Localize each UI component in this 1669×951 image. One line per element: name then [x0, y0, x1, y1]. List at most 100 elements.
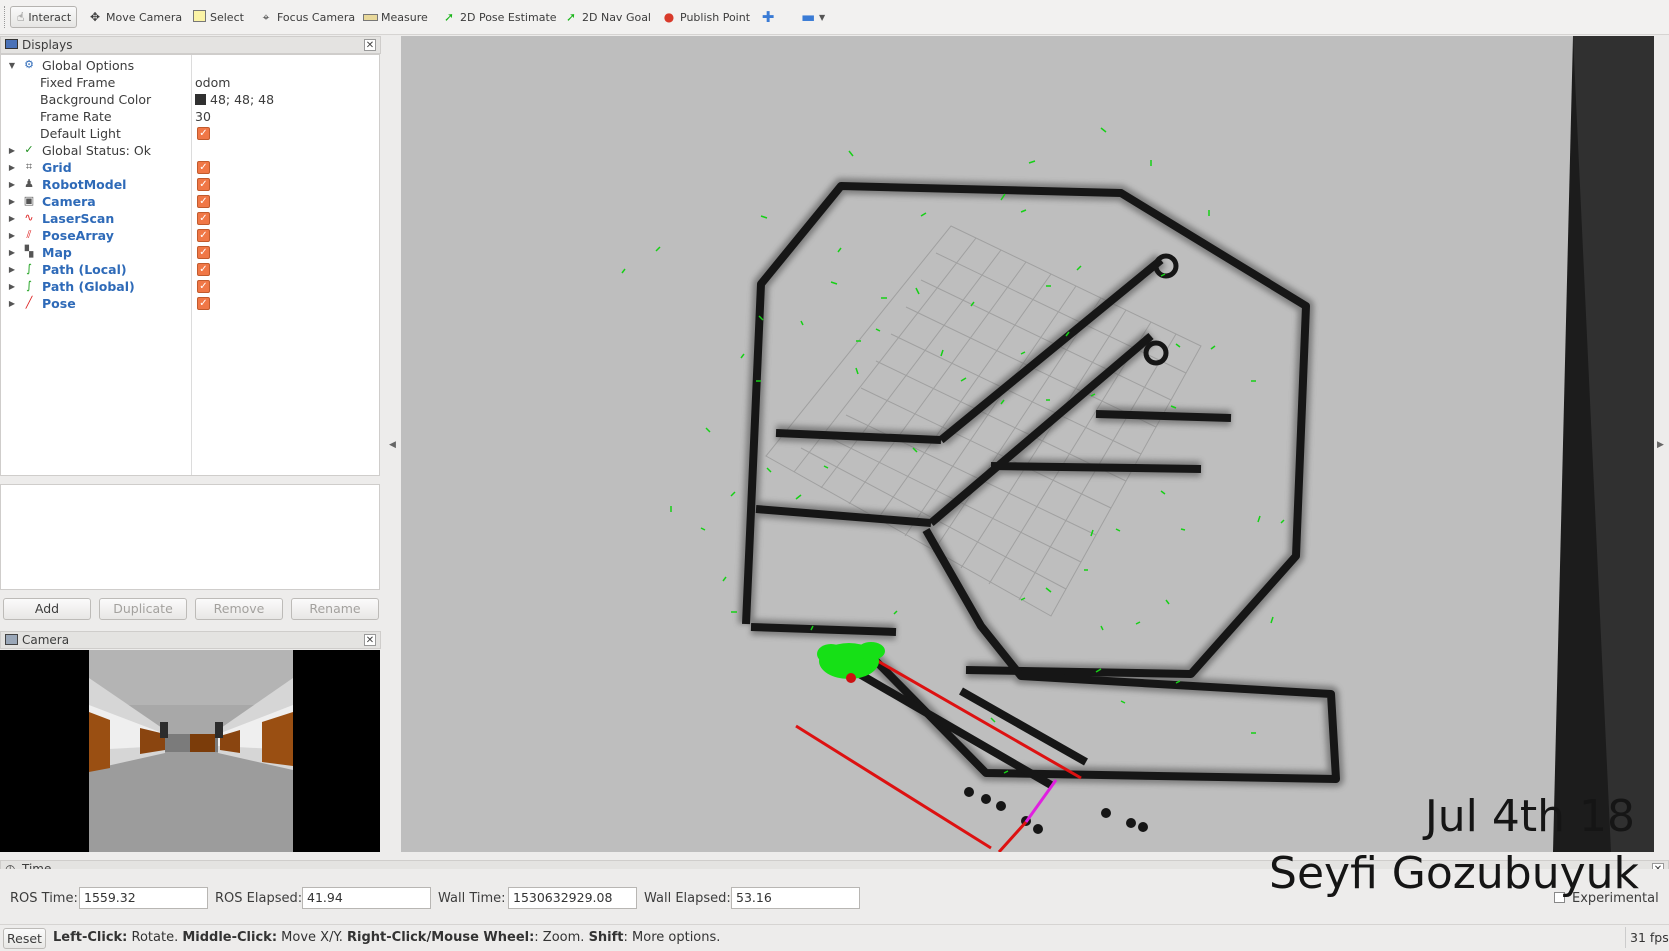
tool-focus-camera[interactable]: ⌖ Focus Camera	[259, 6, 355, 28]
tool-select[interactable]: Select	[192, 6, 244, 28]
hint-left-click: Left-Click:	[53, 930, 128, 945]
move-camera-icon: ✥	[89, 10, 101, 24]
green-arrow-icon: ➚	[443, 10, 455, 24]
camera-image[interactable]	[0, 650, 380, 852]
pose-array-icon: ⫽	[26, 228, 32, 241]
posearray-checkbox[interactable]: ✓	[197, 229, 210, 242]
wall-time-label: Wall Time:	[438, 891, 506, 906]
color-swatch	[195, 94, 206, 105]
reset-button[interactable]: Reset	[3, 928, 46, 949]
hint-middle-action: Move X/Y.	[277, 930, 348, 945]
close-icon[interactable]: ✕	[364, 39, 376, 51]
expand-right-icon[interactable]: ▶	[7, 295, 17, 312]
grid-checkbox[interactable]: ✓	[197, 161, 210, 174]
pose-icon: ╱	[25, 296, 33, 309]
hint-right-action: : Zoom.	[534, 930, 589, 945]
tree-item-fixed-frame[interactable]: Fixed Frame odom	[1, 74, 379, 91]
expand-right-icon[interactable]: ▶	[7, 210, 17, 227]
pose-arrow	[1024, 779, 1058, 823]
map-pin-icon: ●	[663, 10, 675, 24]
wall-elapsed-field[interactable]: 53.16	[731, 887, 860, 909]
display-description-box	[0, 484, 380, 590]
tree-item-path-global[interactable]: ▶ ∫ Path (Global) ✓	[1, 278, 379, 295]
expand-right-icon[interactable]: ▶	[7, 176, 17, 193]
tree-item-posearray[interactable]: ▶ ⫽ PoseArray ✓	[1, 227, 379, 244]
wall-elapsed-label: Wall Elapsed:	[644, 891, 731, 906]
gear-icon: ⚙	[24, 58, 34, 71]
path-local-checkbox[interactable]: ✓	[197, 263, 210, 276]
expand-right-icon[interactable]: ▶	[7, 261, 17, 278]
watermark-date: Jul 4th 18	[1424, 791, 1635, 842]
camera-checkbox[interactable]: ✓	[197, 195, 210, 208]
focus-camera-icon: ⌖	[262, 10, 270, 24]
render-viewport[interactable]: Jul 4th 18	[401, 36, 1654, 852]
tool-publish-point[interactable]: ● Publish Point	[662, 6, 750, 28]
map-render	[621, 36, 1654, 852]
minus-icon: ▬	[801, 8, 816, 26]
check-icon: ✓	[24, 143, 34, 156]
tree-item-robotmodel[interactable]: ▶ ♟ RobotModel ✓	[1, 176, 379, 193]
tool-move-camera[interactable]: ✥ Move Camera	[88, 6, 182, 28]
expand-right-icon[interactable]: ▶	[7, 278, 17, 295]
tree-item-background-color[interactable]: Background Color 48; 48; 48	[1, 91, 379, 108]
grid-icon: ⌗	[25, 160, 33, 173]
background-color-value[interactable]: 48; 48; 48	[195, 91, 274, 108]
plus-icon: ✚	[761, 8, 775, 26]
tree-item-map[interactable]: ▶ ▚ Map ✓	[1, 244, 379, 261]
tree-item-pose[interactable]: ▶ ╱ Pose ✓	[1, 295, 379, 312]
tree-item-global-status[interactable]: ▶ ✓ Global Status: Ok	[1, 142, 379, 159]
hand-icon: ☝	[17, 10, 25, 24]
ros-time-field[interactable]: 1559.32	[79, 887, 208, 909]
laserscan-checkbox[interactable]: ✓	[197, 212, 210, 225]
hint-left-action: Rotate.	[127, 930, 183, 945]
tool-2d-pose-estimate[interactable]: ➚ 2D Pose Estimate	[442, 6, 557, 28]
status-bar: Reset Left-Click: Rotate. Middle-Click: …	[0, 924, 1669, 951]
toolbar-grip[interactable]	[4, 6, 8, 28]
tool-2d-nav-goal[interactable]: ➚ 2D Nav Goal	[564, 6, 651, 28]
ros-elapsed-field[interactable]: 41.94	[302, 887, 431, 909]
collapse-left-icon[interactable]: ◀	[389, 440, 396, 450]
duplicate-button[interactable]: Duplicate	[99, 598, 187, 620]
expand-right-icon[interactable]: ▶	[7, 244, 17, 261]
remove-tool-button[interactable]: ▬ ▼	[801, 6, 825, 28]
remove-button[interactable]: Remove	[195, 598, 283, 620]
expand-right-icon[interactable]: ▶	[7, 227, 17, 244]
add-button[interactable]: Add	[3, 598, 91, 620]
frame-rate-value[interactable]: 30	[195, 108, 211, 125]
tree-item-camera[interactable]: ▶ ▣ Camera ✓	[1, 193, 379, 210]
chevron-down-icon: ▼	[819, 12, 826, 22]
add-tool-button[interactable]: ✚	[761, 6, 779, 28]
toolbar: ☝ Interact ✥ Move Camera Select ⌖ Focus Cam…	[0, 0, 1669, 35]
expand-right-icon[interactable]: ▶	[7, 159, 17, 176]
ros-elapsed-label: ROS Elapsed:	[215, 891, 303, 906]
default-light-checkbox[interactable]: ✓	[197, 127, 210, 140]
fixed-frame-value[interactable]: odom	[195, 74, 230, 91]
expand-right-icon[interactable]: ▶	[7, 142, 17, 159]
fps-indicator: 31 fps	[1625, 927, 1669, 948]
path-icon: ∫	[26, 262, 32, 275]
expand-down-icon[interactable]: ▼	[7, 57, 17, 74]
pose-checkbox[interactable]: ✓	[197, 297, 210, 310]
robotmodel-checkbox[interactable]: ✓	[197, 178, 210, 191]
close-icon[interactable]: ✕	[364, 634, 376, 646]
hint-shift: Shift	[588, 930, 624, 945]
wall-time-field[interactable]: 1530632929.08	[508, 887, 637, 909]
camera-panel-header: Camera ✕	[0, 631, 381, 649]
tree-item-grid[interactable]: ▶ ⌗ Grid ✓	[1, 159, 379, 176]
collapse-right-icon[interactable]: ▶	[1657, 440, 1664, 450]
hint-middle-click: Middle-Click:	[182, 930, 278, 945]
tree-item-global-options[interactable]: ▼ ⚙ Global Options	[1, 57, 379, 74]
camera-icon: ▣	[23, 194, 35, 207]
rename-button[interactable]: Rename	[291, 598, 379, 620]
tree-item-laserscan[interactable]: ▶ ∿ LaserScan ✓	[1, 210, 379, 227]
status-hint: Left-Click: Rotate. Middle-Click: Move X…	[53, 930, 720, 945]
path-global-checkbox[interactable]: ✓	[197, 280, 210, 293]
tree-item-frame-rate[interactable]: Frame Rate 30	[1, 108, 379, 125]
tree-item-default-light[interactable]: Default Light ✓	[1, 125, 379, 142]
tool-measure[interactable]: Measure	[363, 6, 428, 28]
map-checkbox[interactable]: ✓	[197, 246, 210, 259]
green-arrow-icon: ➚	[565, 10, 577, 24]
tool-interact[interactable]: ☝ Interact	[10, 6, 77, 28]
expand-right-icon[interactable]: ▶	[7, 193, 17, 210]
tree-item-path-local[interactable]: ▶ ∫ Path (Local) ✓	[1, 261, 379, 278]
